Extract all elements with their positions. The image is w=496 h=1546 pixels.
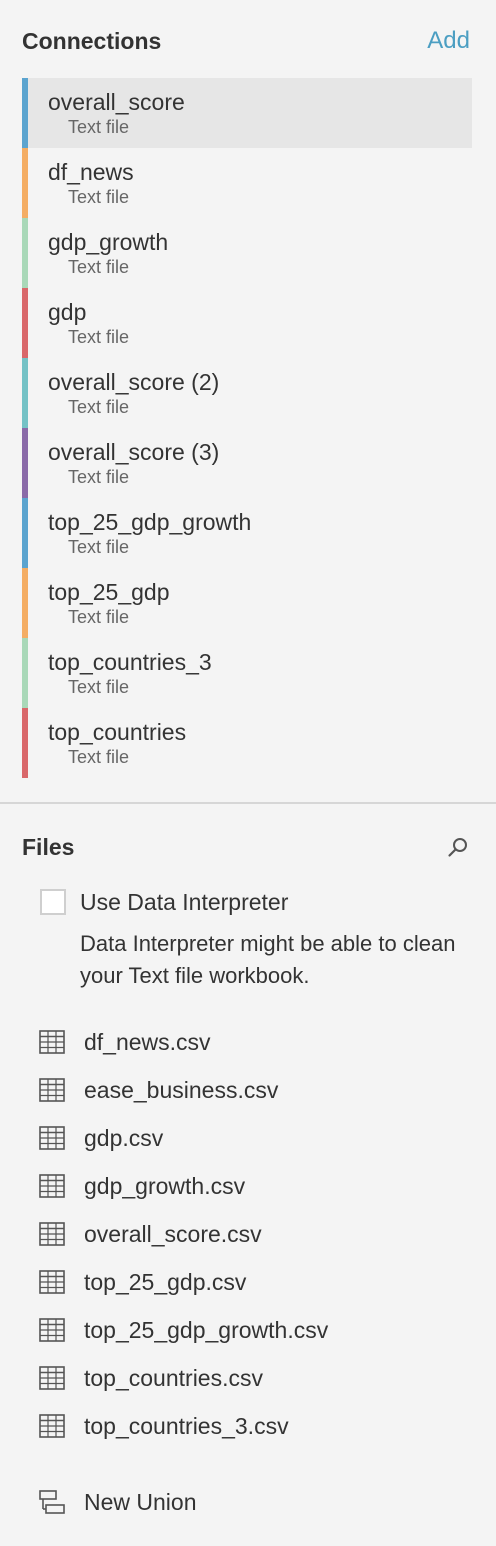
file-list: df_news.csv ease_business.csv gdp.csv gd…	[38, 1018, 496, 1450]
files-title: Files	[22, 833, 75, 860]
data-source-panel: Connections Add overall_score Text file …	[0, 0, 496, 1546]
connection-type: Text file	[68, 537, 130, 557]
connection-color-bar	[22, 568, 28, 638]
connection-type: Text file	[68, 467, 130, 487]
file-item[interactable]: gdp_growth.csv	[38, 1162, 496, 1210]
table-grid-icon	[38, 1173, 66, 1199]
file-item[interactable]: top_25_gdp_growth.csv	[38, 1306, 496, 1354]
file-name: gdp_growth.csv	[84, 1172, 246, 1199]
connection-type: Text file	[68, 117, 130, 137]
connection-name: overall_score	[48, 89, 185, 115]
connection-type: Text file	[68, 257, 130, 277]
connection-item[interactable]: top_25_gdp Text file	[22, 568, 472, 638]
connection-item[interactable]: top_countries Text file	[22, 708, 472, 778]
file-item[interactable]: top_countries_3.csv	[38, 1402, 496, 1450]
connection-name: gdp	[48, 299, 87, 325]
connection-color-bar	[22, 78, 28, 148]
table-grid-icon	[38, 1077, 66, 1103]
data-interpreter-checkbox[interactable]	[40, 889, 66, 915]
connection-item[interactable]: top_countries_3 Text file	[22, 638, 472, 708]
file-name: df_news.csv	[84, 1028, 211, 1055]
connection-item[interactable]: gdp_growth Text file	[22, 218, 472, 288]
file-item[interactable]: top_25_gdp.csv	[38, 1258, 496, 1306]
connection-item[interactable]: overall_score Text file	[22, 78, 472, 148]
file-item[interactable]: ease_business.csv	[38, 1066, 496, 1114]
file-name: gdp.csv	[84, 1124, 164, 1151]
file-name: top_25_gdp.csv	[84, 1268, 247, 1295]
table-grid-icon	[38, 1413, 66, 1439]
file-item[interactable]: overall_score.csv	[38, 1210, 496, 1258]
connection-color-bar	[22, 708, 28, 778]
file-item[interactable]: df_news.csv	[38, 1018, 496, 1066]
connection-type: Text file	[68, 187, 130, 207]
connection-type: Text file	[68, 607, 130, 627]
connections-header: Connections Add	[0, 0, 496, 62]
table-grid-icon	[38, 1317, 66, 1343]
connection-name: top_25_gdp	[48, 579, 170, 605]
connection-color-bar	[22, 428, 28, 498]
connection-color-bar	[22, 498, 28, 568]
connection-name: top_countries	[48, 719, 187, 745]
connection-type: Text file	[68, 327, 130, 347]
connection-item[interactable]: gdp Text file	[22, 288, 472, 358]
file-name: top_countries_3.csv	[84, 1412, 289, 1439]
connection-color-bar	[22, 218, 28, 288]
file-name: ease_business.csv	[84, 1076, 279, 1103]
files-header: Files	[0, 804, 496, 868]
connection-item[interactable]: df_news Text file	[22, 148, 472, 218]
connection-color-bar	[22, 148, 28, 218]
file-item[interactable]: top_countries.csv	[38, 1354, 496, 1402]
connection-name: overall_score (2)	[48, 369, 220, 395]
data-interpreter-row: Use Data Interpreter	[40, 886, 496, 918]
search-icon[interactable]	[446, 835, 470, 859]
connection-item[interactable]: overall_score (2) Text file	[22, 358, 472, 428]
connection-color-bar	[22, 288, 28, 358]
add-connection-link[interactable]: Add	[427, 27, 470, 55]
connection-name: df_news	[48, 159, 134, 185]
connection-type: Text file	[68, 677, 130, 697]
connection-item[interactable]: top_25_gdp_growth Text file	[22, 498, 472, 568]
table-grid-icon	[38, 1221, 66, 1247]
new-union-button[interactable]: New Union	[38, 1478, 496, 1526]
connection-type: Text file	[68, 747, 130, 767]
file-item[interactable]: gdp.csv	[38, 1114, 496, 1162]
connection-item[interactable]: overall_score (3) Text file	[22, 428, 472, 498]
file-name: top_25_gdp_growth.csv	[84, 1316, 329, 1343]
data-interpreter-label[interactable]: Use Data Interpreter	[80, 889, 288, 916]
connection-name: top_25_gdp_growth	[48, 509, 252, 535]
table-grid-icon	[38, 1365, 66, 1391]
file-name: overall_score.csv	[84, 1220, 262, 1247]
table-grid-icon	[38, 1029, 66, 1055]
connection-name: overall_score (3)	[48, 439, 220, 465]
data-interpreter-description: Data Interpreter might be able to clean …	[80, 931, 456, 988]
union-icon	[38, 1489, 66, 1515]
connections-list: overall_score Text file df_news Text fil…	[22, 78, 472, 778]
file-name: top_countries.csv	[84, 1364, 263, 1391]
connection-type: Text file	[68, 397, 130, 417]
connection-color-bar	[22, 358, 28, 428]
connection-name: gdp_growth	[48, 229, 169, 255]
connection-name: top_countries_3	[48, 649, 212, 675]
connection-color-bar	[22, 638, 28, 708]
connections-title: Connections	[22, 27, 162, 54]
new-union-label: New Union	[84, 1488, 197, 1515]
table-grid-icon	[38, 1269, 66, 1295]
table-grid-icon	[38, 1125, 66, 1151]
